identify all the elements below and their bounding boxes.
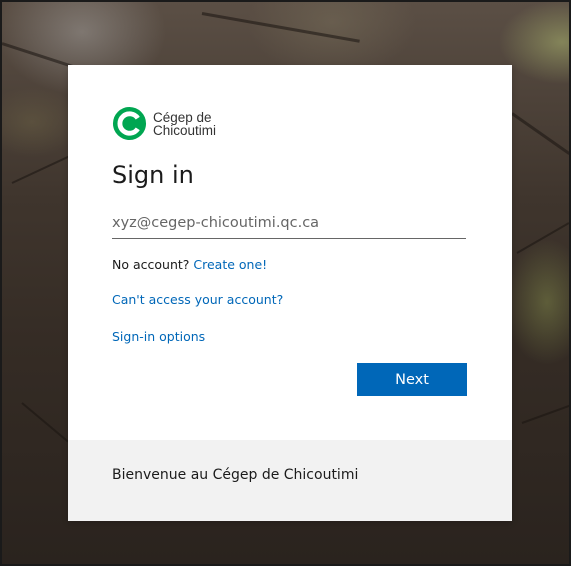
create-account-link[interactable]: Create one! [193, 257, 267, 272]
next-button[interactable]: Next [357, 363, 467, 396]
no-account-line: No account? Create one! [112, 257, 267, 272]
signin-options-link[interactable]: Sign-in options [112, 329, 205, 344]
page-title: Sign in [112, 161, 194, 189]
welcome-text: Bienvenue au Cégep de Chicoutimi [112, 467, 359, 483]
card-footer: Bienvenue au Cégep de Chicoutimi [68, 440, 512, 521]
email-input[interactable] [112, 207, 466, 239]
org-name-line2: Chicoutimi [153, 122, 217, 138]
cegep-logo-icon [112, 106, 147, 141]
org-name: Cégep de Chicoutimi [153, 109, 217, 138]
signin-card: Cégep de Chicoutimi Sign in No account? … [68, 65, 512, 521]
screenshot-frame: Cégep de Chicoutimi Sign in No account? … [0, 0, 571, 566]
org-name-line1: Cégep de [153, 109, 212, 125]
signin-form: Cégep de Chicoutimi Sign in No account? … [68, 65, 512, 440]
cant-access-account-link[interactable]: Can't access your account? [112, 292, 283, 307]
no-account-text: No account? [112, 257, 190, 272]
org-logo: Cégep de Chicoutimi [112, 106, 216, 141]
